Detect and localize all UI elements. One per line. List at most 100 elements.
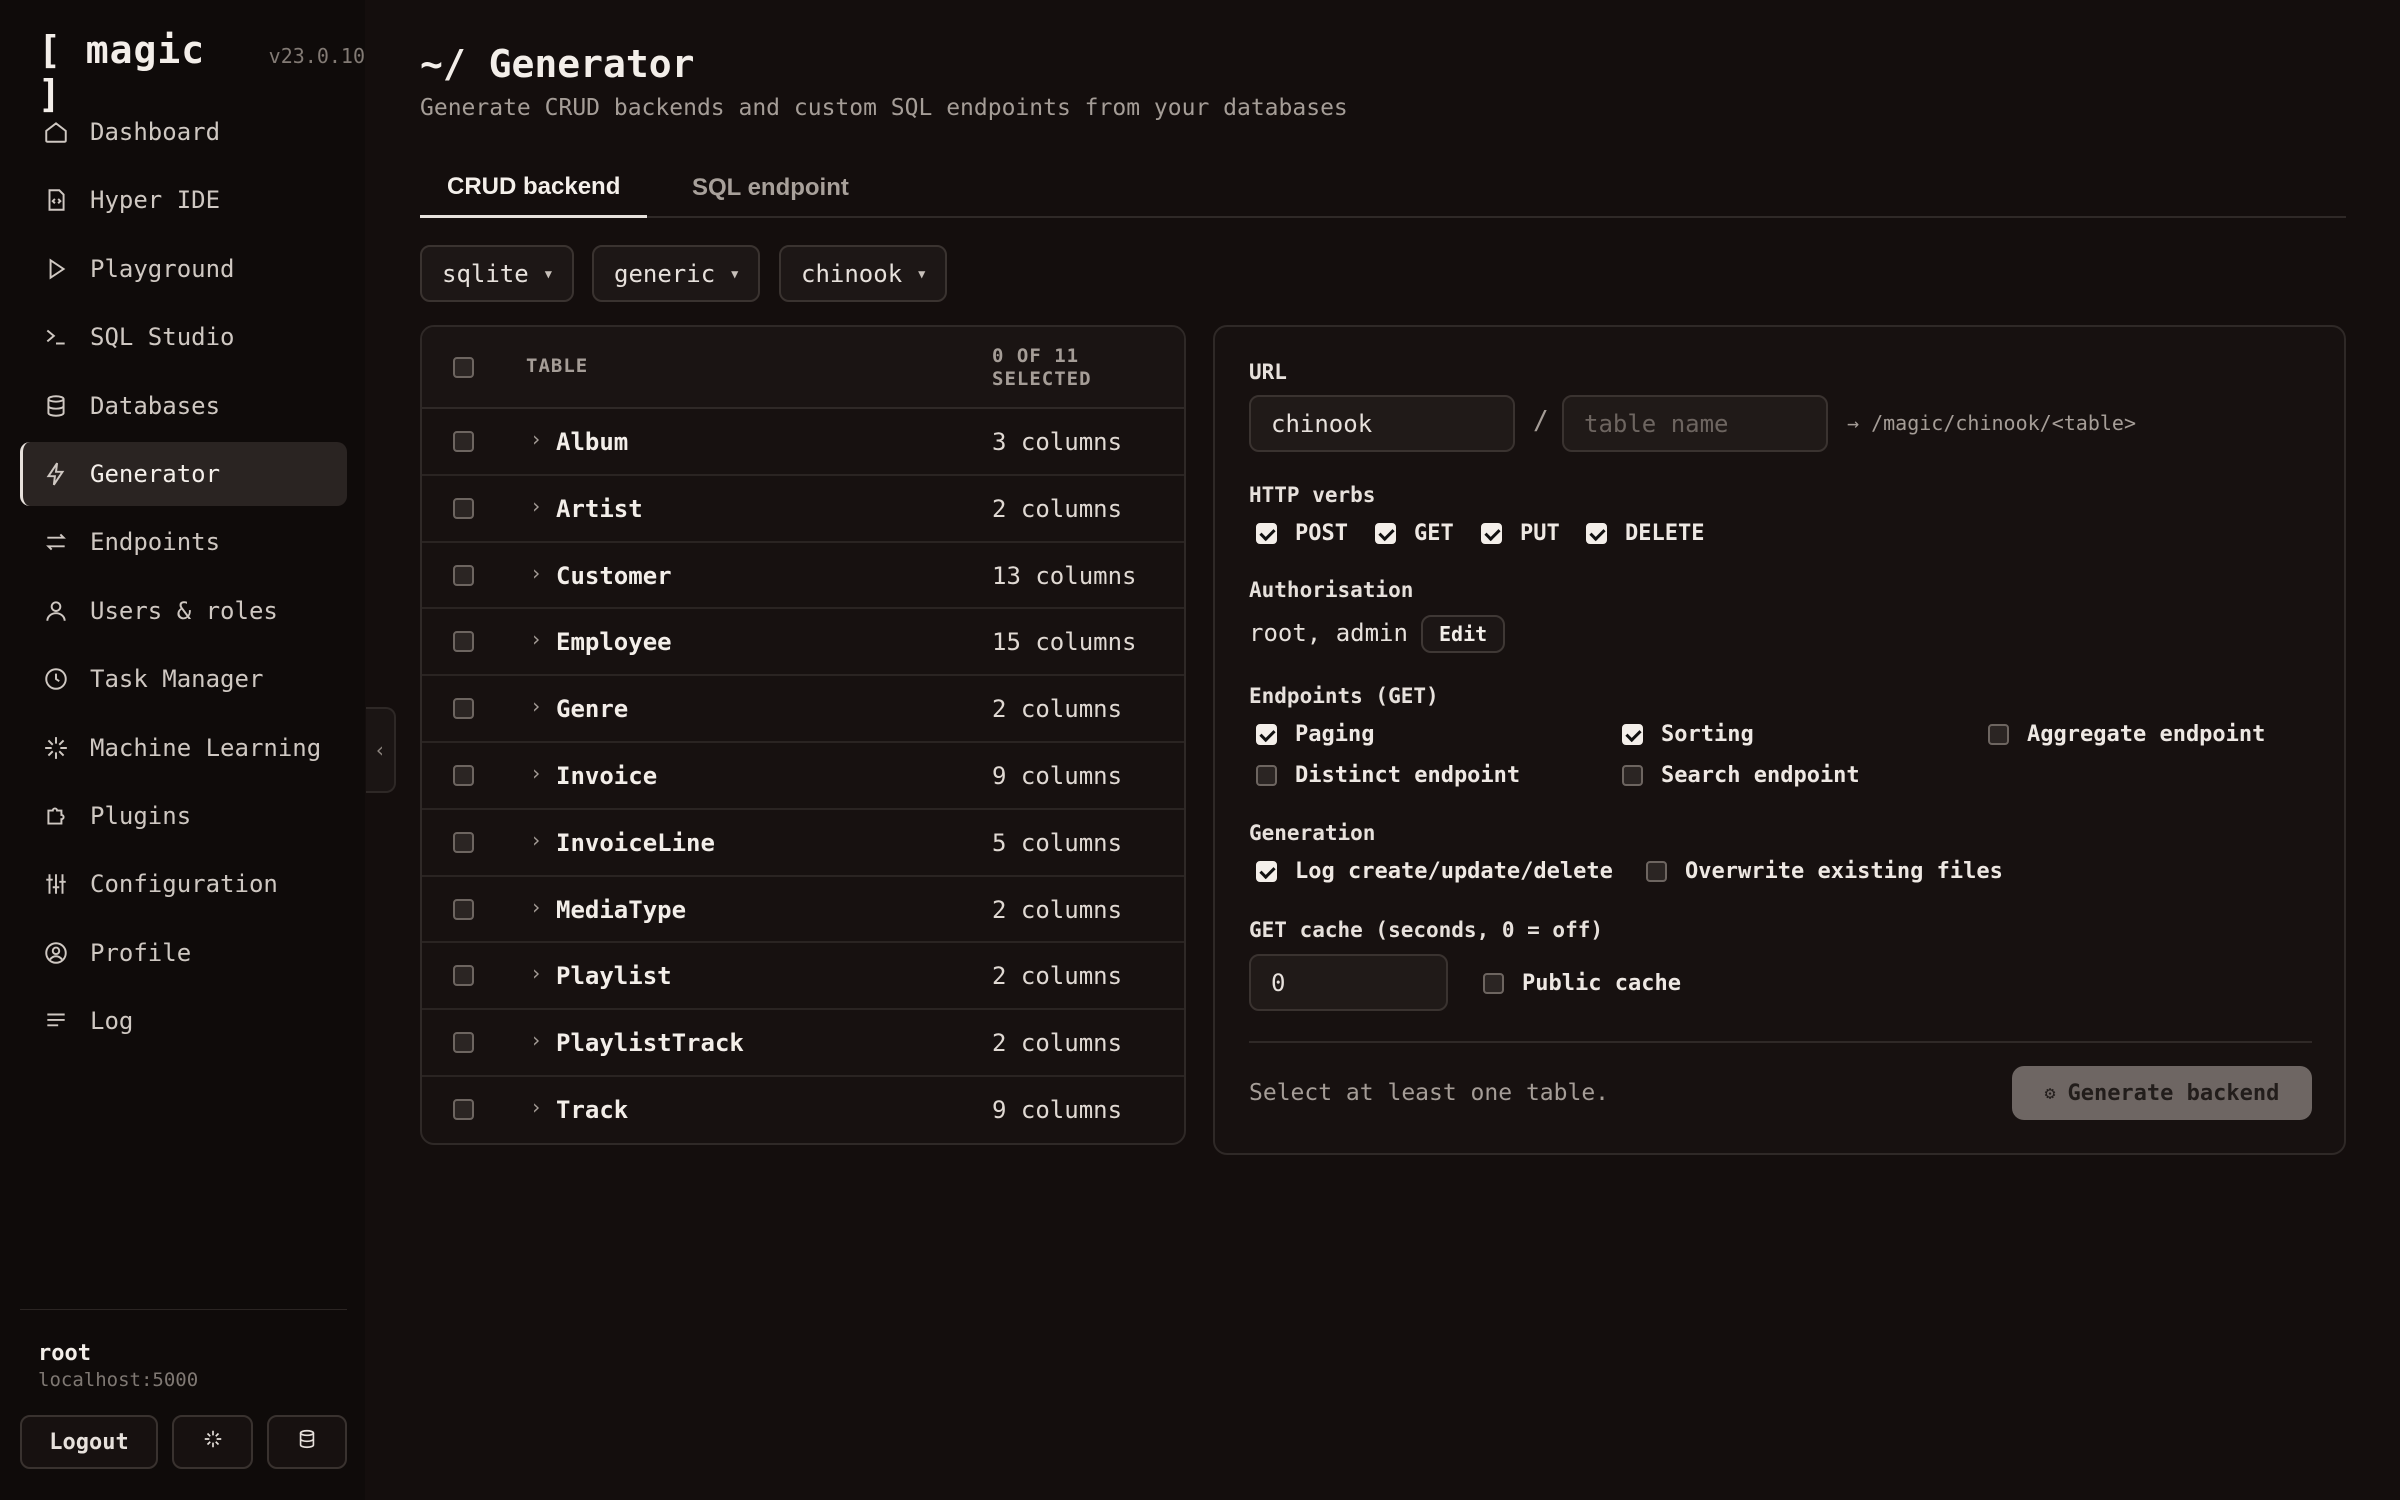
option-label: Overwrite existing files — [1685, 859, 2003, 884]
sidebar-item-sql-studio[interactable]: SQL Studio — [20, 305, 347, 369]
distinct-endpoint-checkbox[interactable]: Distinct endpoint — [1256, 763, 1520, 788]
sidebar-item-databases[interactable]: Databases — [20, 374, 347, 438]
aggregate-endpoint-checkbox[interactable]: Aggregate endpoint — [1988, 722, 2265, 747]
sidebar-item-label: Plugins — [90, 801, 192, 830]
checkbox[interactable] — [1483, 973, 1504, 994]
logout-button[interactable]: Logout — [20, 1415, 158, 1469]
sidebar-item-machine-learning[interactable]: Machine Learning — [20, 716, 347, 780]
chevron-right-icon[interactable]: › — [530, 427, 542, 451]
verb-put-checkbox[interactable]: PUT — [1481, 521, 1560, 546]
row-checkbox[interactable] — [453, 1032, 474, 1054]
checkbox[interactable] — [1256, 861, 1277, 882]
row-checkbox[interactable] — [453, 965, 474, 987]
overwrite-files-checkbox[interactable]: Overwrite existing files — [1646, 859, 2003, 884]
chevron-right-icon[interactable]: › — [530, 761, 542, 785]
column-count: 2 columns — [992, 1029, 1123, 1058]
table-row[interactable]: › Album 3 columns — [422, 409, 1184, 476]
table-row[interactable]: › PlaylistTrack 2 columns — [422, 1010, 1184, 1077]
sidebar-item-configuration[interactable]: Configuration — [20, 852, 347, 916]
chevron-right-icon[interactable]: › — [530, 694, 542, 718]
chevron-right-icon[interactable]: › — [530, 561, 542, 585]
row-checkbox[interactable] — [453, 898, 474, 920]
row-checkbox[interactable] — [453, 698, 474, 720]
checkbox[interactable] — [1622, 765, 1643, 786]
table-row[interactable]: › Artist 2 columns — [422, 476, 1184, 543]
generation-label: Generation — [1249, 821, 1376, 845]
sidebar-item-plugins[interactable]: Plugins — [20, 784, 347, 848]
chevron-right-icon[interactable]: › — [530, 961, 542, 985]
table-row[interactable]: › Customer 13 columns — [422, 543, 1184, 610]
connection-select[interactable]: generic ▼ — [592, 245, 761, 302]
row-checkbox[interactable] — [453, 1098, 474, 1120]
checkbox[interactable] — [1646, 861, 1667, 882]
chevron-right-icon[interactable]: › — [530, 895, 542, 919]
row-checkbox[interactable] — [453, 831, 474, 853]
public-cache-checkbox[interactable]: Public cache — [1483, 971, 1681, 996]
sidebar-item-label: Generator — [90, 459, 221, 488]
generate-backend-button[interactable]: ⚙ Generate backend — [2012, 1066, 2312, 1120]
url-table-input[interactable] — [1562, 395, 1828, 452]
row-checkbox[interactable] — [453, 631, 474, 653]
checkbox[interactable] — [1622, 724, 1643, 745]
sidebar-item-hyper-ide[interactable]: Hyper IDE — [20, 168, 347, 232]
tab-crud-backend[interactable]: CRUD backend — [420, 158, 648, 218]
paging-checkbox[interactable]: Paging — [1256, 722, 1374, 747]
chevron-right-icon[interactable]: › — [530, 627, 542, 651]
database-type-select[interactable]: sqlite ▼ — [420, 245, 574, 302]
tab-sql-endpoint[interactable]: SQL endpoint — [672, 158, 869, 218]
log-crud-checkbox[interactable]: Log create/update/delete — [1256, 859, 1613, 884]
play-icon — [42, 255, 70, 283]
sorting-checkbox[interactable]: Sorting — [1622, 722, 1754, 747]
row-checkbox[interactable] — [453, 431, 474, 452]
collapse-sidebar-button[interactable]: ‹ — [366, 707, 396, 793]
verb-get-checkbox[interactable]: GET — [1375, 521, 1454, 546]
sidebar-item-endpoints[interactable]: Endpoints — [20, 510, 347, 574]
table-row[interactable]: › InvoiceLine 5 columns — [422, 810, 1184, 877]
database-select[interactable]: chinook ▼ — [779, 245, 948, 302]
table-row[interactable]: › Genre 2 columns — [422, 676, 1184, 743]
sidebar-item-label: Endpoints — [90, 528, 221, 557]
verb-post-checkbox[interactable]: POST — [1256, 521, 1348, 546]
chevron-right-icon[interactable]: › — [530, 1095, 542, 1119]
url-module-input[interactable] — [1249, 395, 1515, 452]
panel-divider — [1249, 1041, 2312, 1043]
checkbox[interactable] — [1256, 523, 1277, 544]
search-endpoint-checkbox[interactable]: Search endpoint — [1622, 763, 1860, 788]
sidebar-item-generator[interactable]: Generator — [20, 441, 347, 506]
sidebar-item-playground[interactable]: Playground — [20, 237, 347, 301]
select-all-checkbox[interactable] — [453, 357, 474, 378]
checkbox[interactable] — [1988, 724, 2009, 745]
row-checkbox[interactable] — [453, 497, 474, 519]
terminal-icon — [42, 323, 70, 351]
table-row[interactable]: › Employee 15 columns — [422, 609, 1184, 677]
sidebar-item-task-manager[interactable]: Task Manager — [20, 647, 347, 711]
table-column-header: TABLE — [526, 355, 589, 377]
table-row[interactable]: › Invoice 9 columns — [422, 743, 1184, 810]
table-row[interactable]: › Track 9 columns — [422, 1077, 1184, 1143]
table-row[interactable]: › Playlist 2 columns — [422, 943, 1184, 1011]
edit-authorisation-button[interactable]: Edit — [1421, 615, 1506, 653]
table-name: Artist — [556, 494, 643, 523]
chevron-right-icon[interactable]: › — [530, 494, 542, 518]
table-name: MediaType — [556, 895, 687, 924]
chevron-right-icon[interactable]: › — [530, 828, 542, 852]
checkbox[interactable] — [1481, 523, 1502, 544]
checkbox[interactable] — [1586, 523, 1607, 544]
sidebar-item-users-roles[interactable]: Users & roles — [20, 579, 347, 643]
checkbox[interactable] — [1256, 724, 1277, 745]
row-checkbox[interactable] — [453, 764, 474, 786]
sidebar-item-profile[interactable]: Profile — [20, 921, 347, 985]
chevron-right-icon[interactable]: › — [530, 1028, 542, 1052]
cache-seconds-input[interactable] — [1249, 954, 1448, 1011]
table-row[interactable]: › MediaType 2 columns — [422, 877, 1184, 944]
checkbox[interactable] — [1375, 523, 1396, 544]
checkbox[interactable] — [1256, 765, 1277, 786]
theme-toggle-button[interactable] — [172, 1415, 253, 1469]
database-button[interactable] — [267, 1415, 347, 1469]
row-checkbox[interactable] — [453, 564, 474, 586]
user-icon — [42, 597, 70, 625]
verb-delete-checkbox[interactable]: DELETE — [1586, 521, 1704, 546]
sidebar-item-dashboard[interactable]: Dashboard — [20, 100, 347, 164]
sidebar-item-log[interactable]: Log — [20, 989, 347, 1053]
generator-config-panel: URL / → /magic/chinook/<table> HTTP verb… — [1213, 325, 2346, 1155]
